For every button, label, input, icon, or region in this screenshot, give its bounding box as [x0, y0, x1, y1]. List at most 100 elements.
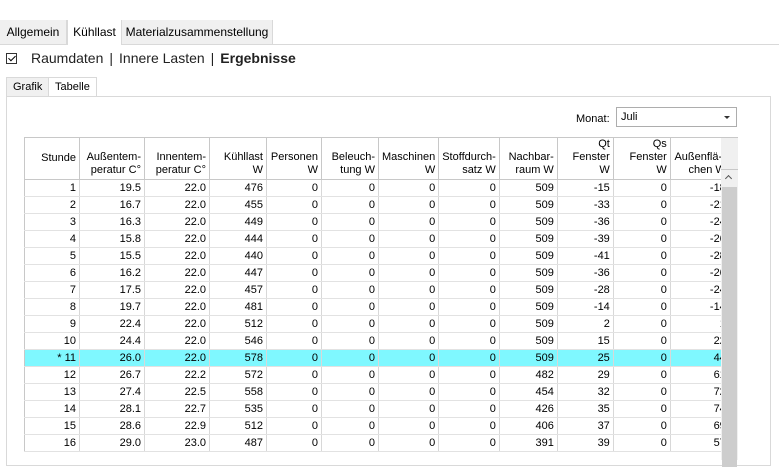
- table-cell[interactable]: 0: [438, 366, 500, 384]
- breadcrumb-innere-lasten[interactable]: Innere Lasten: [119, 50, 205, 66]
- column-header[interactable]: Personen W: [266, 137, 322, 180]
- table-cell[interactable]: 16.3: [79, 213, 145, 231]
- table-cell[interactable]: 0: [613, 196, 671, 214]
- table-cell[interactable]: 0: [438, 332, 500, 350]
- table-cell[interactable]: -36: [557, 213, 614, 231]
- table-cell[interactable]: 0: [321, 298, 379, 316]
- column-header[interactable]: Außentem-peratur C°: [79, 137, 145, 180]
- table-cell[interactable]: 0: [438, 196, 500, 214]
- table-cell[interactable]: 0: [613, 417, 671, 435]
- tab-materialzusammenstellung[interactable]: Materialzusammenstellung: [122, 20, 273, 44]
- table-cell[interactable]: 23.0: [144, 434, 210, 452]
- table-cell[interactable]: 0: [438, 315, 500, 333]
- column-header[interactable]: Beleuch-tung W: [321, 137, 379, 180]
- table-cell[interactable]: 0: [613, 247, 671, 265]
- table-cell[interactable]: 509: [499, 332, 558, 350]
- tab-kuehllast[interactable]: Kühllast: [67, 20, 122, 45]
- table-cell[interactable]: 0: [613, 366, 671, 384]
- table-cell[interactable]: 28.1: [79, 400, 145, 418]
- table-cell[interactable]: 509: [499, 196, 558, 214]
- table-cell[interactable]: 0: [266, 281, 322, 299]
- table-cell[interactable]: 0: [266, 366, 322, 384]
- table-cell[interactable]: 0: [378, 298, 440, 316]
- table-cell[interactable]: 558: [209, 383, 267, 401]
- table-cell[interactable]: 0: [613, 332, 671, 350]
- table-cell[interactable]: 8: [24, 298, 80, 316]
- table-cell[interactable]: 22.2: [144, 366, 210, 384]
- table-cell[interactable]: 15: [557, 332, 614, 350]
- table-cell[interactable]: 4: [24, 230, 80, 248]
- table-cell[interactable]: 509: [499, 281, 558, 299]
- table-row[interactable]: 6 16.2 22.0 447 0 0 0 0 509 -36 0 -26: [24, 264, 730, 282]
- table-cell[interactable]: 0: [613, 383, 671, 401]
- scrollbar-thumb[interactable]: [722, 187, 737, 467]
- table-cell[interactable]: 27.4: [79, 383, 145, 401]
- table-cell[interactable]: 0: [613, 179, 671, 197]
- table-cell[interactable]: 0: [321, 264, 379, 282]
- table-cell[interactable]: 0: [266, 315, 322, 333]
- column-header[interactable]: Stunde: [24, 137, 80, 180]
- table-cell[interactable]: 509: [499, 264, 558, 282]
- table-cell[interactable]: 22.0: [144, 179, 210, 197]
- table-cell[interactable]: 0: [321, 179, 379, 197]
- table-cell[interactable]: 509: [499, 179, 558, 197]
- table-cell[interactable]: 0: [378, 383, 440, 401]
- table-cell[interactable]: 0: [613, 298, 671, 316]
- table-cell[interactable]: 482: [499, 366, 558, 384]
- table-cell[interactable]: 426: [499, 400, 558, 418]
- table-cell[interactable]: 487: [209, 434, 267, 452]
- table-cell[interactable]: 481: [209, 298, 267, 316]
- table-cell[interactable]: 28.6: [79, 417, 145, 435]
- table-cell[interactable]: -15: [557, 179, 614, 197]
- column-header[interactable]: Maschinen W: [378, 137, 440, 180]
- table-cell[interactable]: 0: [266, 332, 322, 350]
- table-cell[interactable]: 406: [499, 417, 558, 435]
- table-cell[interactable]: 0: [613, 315, 671, 333]
- table-cell[interactable]: 22.0: [144, 230, 210, 248]
- table-cell[interactable]: 0: [378, 196, 440, 214]
- table-cell[interactable]: 1: [24, 179, 80, 197]
- table-cell[interactable]: -28: [557, 281, 614, 299]
- table-cell[interactable]: 16: [24, 434, 80, 452]
- table-cell[interactable]: 29: [557, 366, 614, 384]
- table-cell[interactable]: 0: [613, 213, 671, 231]
- column-header[interactable]: Nachbar-raum W: [499, 137, 558, 180]
- table-cell[interactable]: 509: [499, 349, 558, 367]
- vertical-scrollbar[interactable]: [721, 170, 738, 467]
- table-cell[interactable]: 509: [499, 247, 558, 265]
- table-cell[interactable]: 39: [557, 434, 614, 452]
- table-cell[interactable]: 0: [321, 315, 379, 333]
- table-cell[interactable]: 22.0: [144, 196, 210, 214]
- table-cell[interactable]: 0: [378, 349, 440, 367]
- table-cell[interactable]: 0: [266, 179, 322, 197]
- table-cell[interactable]: -33: [557, 196, 614, 214]
- table-cell[interactable]: 0: [321, 349, 379, 367]
- table-cell[interactable]: 0: [378, 434, 440, 452]
- table-cell[interactable]: 0: [438, 434, 500, 452]
- table-cell[interactable]: 0: [266, 434, 322, 452]
- table-cell[interactable]: 0: [321, 332, 379, 350]
- table-row[interactable]: 12 26.7 22.2 572 0 0 0 0 482 29 0 61: [24, 366, 730, 384]
- table-cell[interactable]: 0: [266, 247, 322, 265]
- table-cell[interactable]: 0: [378, 179, 440, 197]
- table-cell[interactable]: 22.7: [144, 400, 210, 418]
- table-cell[interactable]: 0: [321, 366, 379, 384]
- scroll-up-icon[interactable]: [721, 170, 738, 187]
- table-cell[interactable]: 0: [378, 264, 440, 282]
- table-cell[interactable]: 0: [266, 213, 322, 231]
- table-cell[interactable]: 0: [266, 230, 322, 248]
- table-cell[interactable]: 0: [438, 281, 500, 299]
- table-cell[interactable]: 26.7: [79, 366, 145, 384]
- table-row[interactable]: 922.422.05120000509201: [24, 315, 730, 333]
- table-cell[interactable]: 0: [266, 417, 322, 435]
- table-cell[interactable]: -41: [557, 247, 614, 265]
- column-header[interactable]: Innentem-peratur C°: [144, 137, 210, 180]
- table-cell[interactable]: 0: [266, 383, 322, 401]
- table-cell[interactable]: 37: [557, 417, 614, 435]
- table-cell[interactable]: 22.0: [144, 264, 210, 282]
- table-cell[interactable]: 6: [24, 264, 80, 282]
- table-cell[interactable]: 0: [613, 230, 671, 248]
- tab-tabelle[interactable]: Tabelle: [48, 77, 97, 97]
- table-cell[interactable]: 5: [24, 247, 80, 265]
- table-cell[interactable]: 455: [209, 196, 267, 214]
